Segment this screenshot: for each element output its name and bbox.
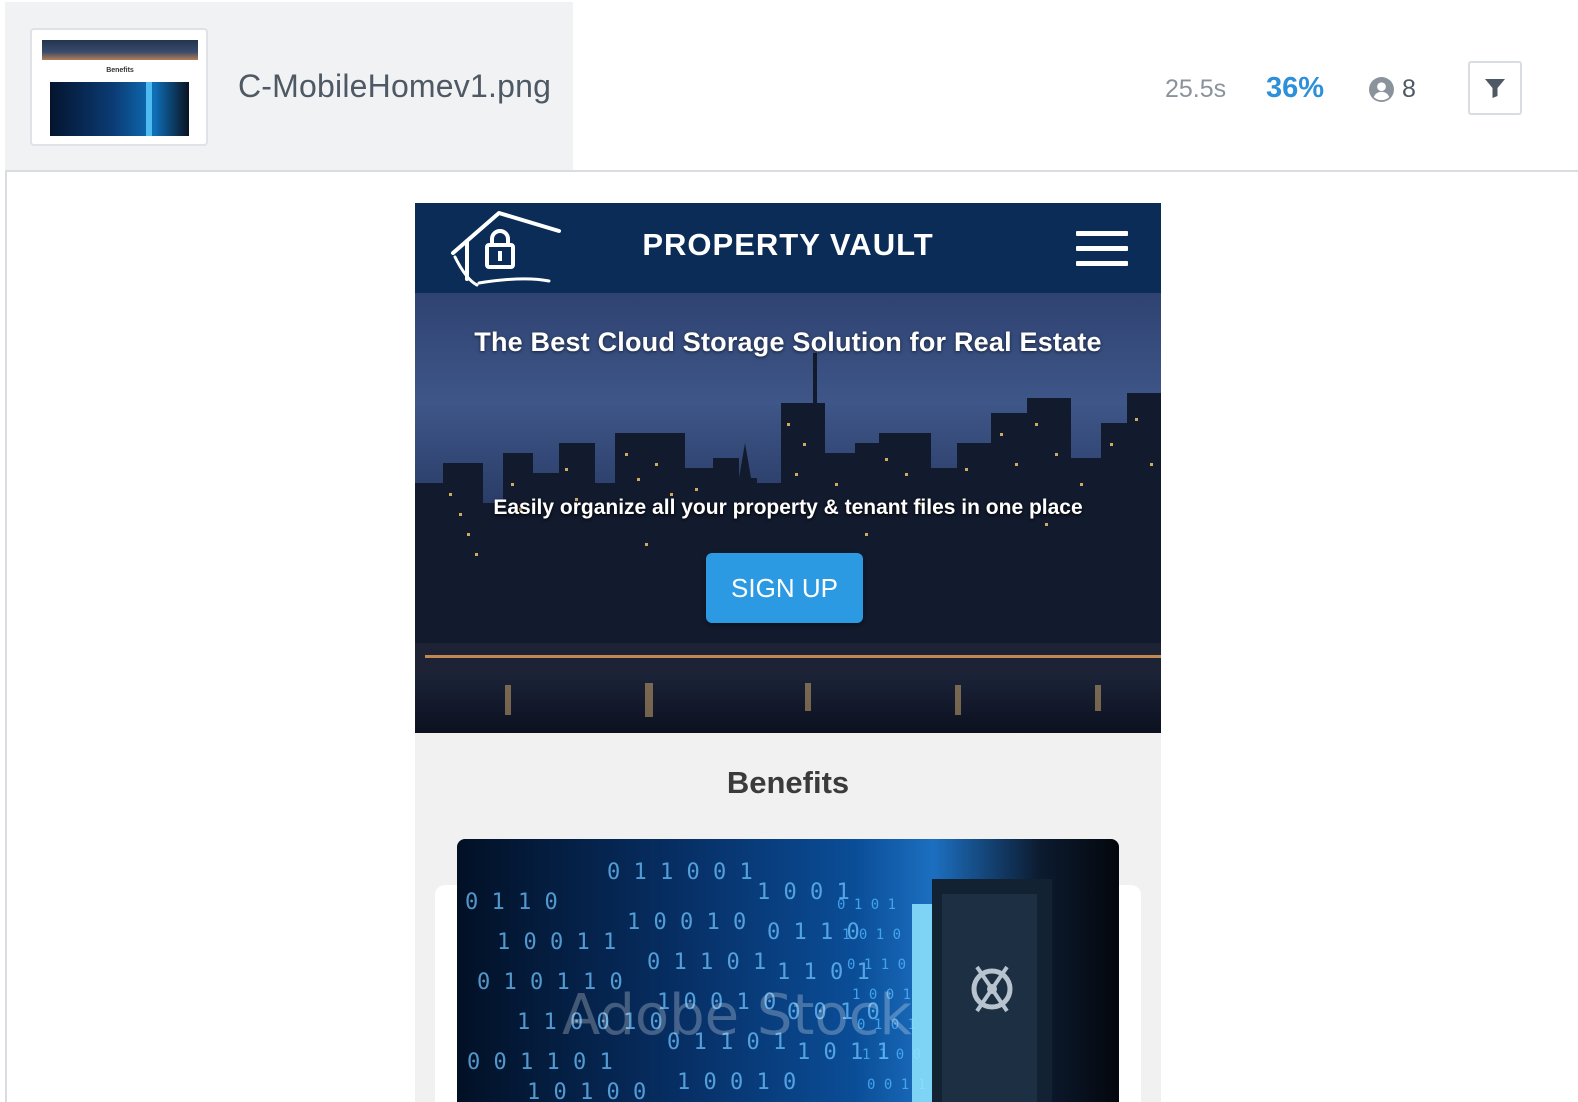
svg-text:1 0 0 1: 1 0 0 1 xyxy=(757,880,850,905)
svg-text:1 0 0 1 0: 1 0 0 1 0 xyxy=(677,1070,796,1095)
percent-stat: 36% xyxy=(1266,72,1325,104)
hamburger-menu-icon[interactable] xyxy=(1076,231,1128,267)
file-name: C-MobileHomev1.png xyxy=(238,68,552,104)
svg-text:0 1 0 1: 0 1 0 1 xyxy=(837,897,896,913)
screenshot-header: Benefits C-MobileHomev1.png 25.5s 36% 8 xyxy=(5,2,1578,172)
hero-title: The Best Cloud Storage Solution for Real… xyxy=(474,327,1102,357)
time-stat: 25.5s xyxy=(1165,75,1227,103)
watermark-text: Adobe Stock xyxy=(562,983,912,1048)
signup-button[interactable]: SIGN UP xyxy=(706,553,863,623)
file-info-panel[interactable]: Benefits C-MobileHomev1.png xyxy=(5,2,573,170)
users-stat: 8 xyxy=(1369,74,1416,104)
svg-text:0 1 1 0 0 1: 0 1 1 0 0 1 xyxy=(607,860,753,885)
benefits-heading: Benefits xyxy=(726,765,850,800)
users-count: 8 xyxy=(1402,74,1416,103)
thumbnail-label: Benefits xyxy=(106,67,134,74)
hero-subtitle: Easily organize all your property & tena… xyxy=(493,496,1083,519)
filter-button[interactable] xyxy=(1468,61,1522,115)
svg-text:1 0 0 1 1: 1 0 0 1 1 xyxy=(497,930,616,955)
mock-navbar: PROPERTY VAULT xyxy=(415,203,1161,293)
svg-text:0 1 1 0 1: 0 1 1 0 1 xyxy=(647,950,766,975)
brand-name: PROPERTY VAULT xyxy=(642,227,934,262)
vault-binary-image: 0 1 1 0 1 0 0 1 1 0 1 0 1 1 0 1 1 0 0 1 … xyxy=(457,839,1119,1102)
thumbnail-hero xyxy=(42,40,198,60)
svg-text:0 0 1 1 0 1: 0 0 1 1 0 1 xyxy=(467,1050,613,1075)
svg-text:0 1 1 0: 0 1 1 0 xyxy=(847,957,906,973)
user-circle-icon xyxy=(1369,76,1394,102)
svg-text:0 1 1 0: 0 1 1 0 xyxy=(465,890,558,915)
svg-text:1 0 1 0: 1 0 1 0 xyxy=(842,927,901,943)
filter-icon xyxy=(1485,79,1505,98)
thumbnail-image xyxy=(50,82,189,136)
mobile-mockup: PROPERTY VAULT The Best Cloud Storage So… xyxy=(415,203,1161,1102)
screenshot-thumbnail[interactable]: Benefits xyxy=(30,28,208,146)
vault-illustration: 0 1 1 0 1 0 0 1 1 0 1 0 1 1 0 1 1 0 0 1 … xyxy=(465,860,1052,1102)
svg-text:1 0 0 1 0: 1 0 0 1 0 xyxy=(627,910,746,935)
svg-text:1 0 1 0 0: 1 0 1 0 0 xyxy=(527,1080,646,1102)
hero-section: The Best Cloud Storage Solution for Real… xyxy=(415,293,1161,733)
